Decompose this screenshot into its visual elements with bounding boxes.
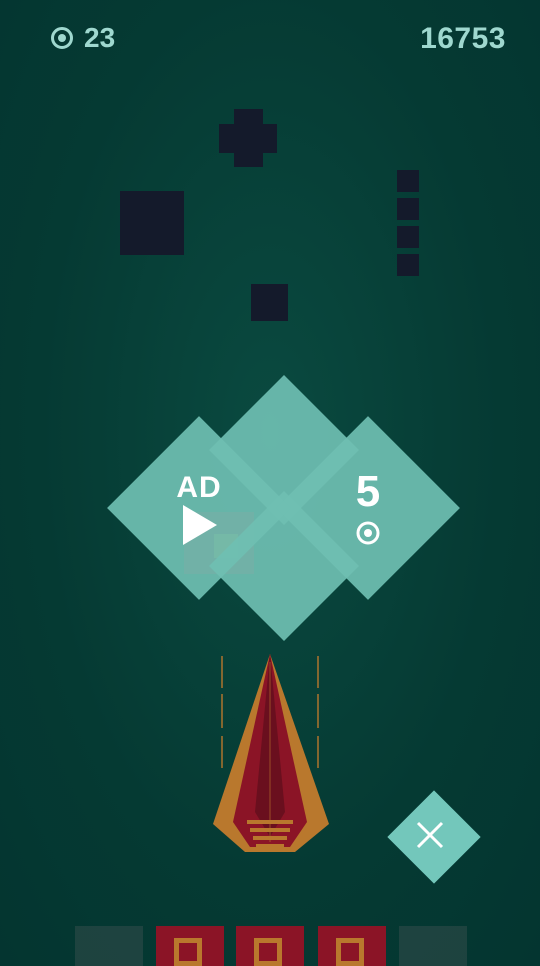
bottom-slot-empty-left [75, 926, 143, 966]
ring-coin-icon [51, 27, 73, 49]
revive-cost: 5 [355, 467, 381, 516]
coin-counter: 23 [50, 22, 115, 54]
stacked-block-1 [397, 170, 419, 192]
stacked-block-2 [397, 198, 419, 220]
ad-label: AD [176, 471, 222, 504]
square-block [120, 191, 184, 255]
close-icon [416, 821, 444, 849]
cross-block-horizontal [219, 124, 277, 153]
bottom-slot-empty-right [399, 926, 467, 966]
coin-count: 23 [84, 22, 116, 53]
stacked-block-3 [397, 226, 419, 248]
bottom-slot-crate-3 [318, 926, 386, 966]
bottom-slot-crate-2 [236, 926, 304, 966]
revive-content: 5 [318, 463, 418, 553]
stacked-block-4 [397, 254, 419, 276]
watch-ad-content: AD [149, 463, 249, 553]
ring-coin-icon [356, 521, 380, 545]
small-block [251, 284, 288, 321]
bottom-slot-crate-1 [156, 926, 224, 966]
player-ship [213, 654, 329, 852]
play-icon [183, 505, 217, 545]
score-display: 16753 [420, 22, 506, 55]
